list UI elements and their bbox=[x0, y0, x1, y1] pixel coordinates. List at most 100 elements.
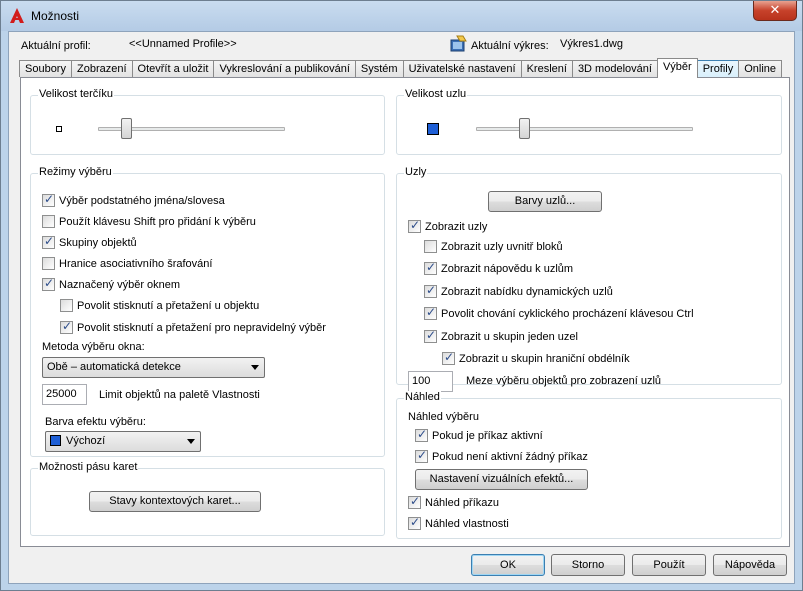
grip-slider-track[interactable] bbox=[476, 127, 693, 131]
pickbox-size-title: Velikost terčíku bbox=[38, 88, 114, 100]
checkbox-box[interactable] bbox=[415, 427, 428, 442]
checkbox-label: Pokud je příkaz aktivní bbox=[432, 429, 543, 442]
checkbox-box[interactable] bbox=[42, 215, 55, 228]
checkbox-box[interactable] bbox=[42, 257, 55, 270]
checkbox-box[interactable] bbox=[424, 283, 437, 298]
tab-plot-publish[interactable]: Vykreslování a publikování bbox=[213, 60, 356, 77]
pickbox-slider-thumb[interactable] bbox=[121, 118, 133, 139]
checkbox-box[interactable] bbox=[424, 305, 437, 320]
current-drawing-label: Aktuální výkres: bbox=[471, 40, 549, 52]
help-button[interactable]: Nápověda bbox=[713, 554, 787, 576]
checkbox-box[interactable] bbox=[424, 240, 437, 253]
tab-system[interactable]: Systém bbox=[354, 60, 404, 77]
checkbox-box[interactable] bbox=[424, 260, 437, 275]
press-drag-lasso-checkbox[interactable]: Povolit stisknutí a přetažení pro neprav… bbox=[60, 319, 326, 334]
color-swatch bbox=[50, 435, 61, 446]
tab-strip: Soubory Zobrazení Otevřít a uložit Vykre… bbox=[19, 58, 783, 78]
tab-3d-modeling[interactable]: 3D modelování bbox=[571, 60, 658, 77]
options-dialog: Možnosti ✕ Aktuální profil: <<Unnamed Pr… bbox=[0, 0, 803, 591]
tab-open-save[interactable]: Otevřít a uložit bbox=[131, 60, 215, 77]
command-preview-checkbox[interactable]: Náhled příkazu bbox=[408, 494, 499, 509]
bbox-groups-checkbox[interactable]: Zobrazit u skupin hraniční obdélník bbox=[442, 350, 630, 365]
assoc-hatch-checkbox[interactable]: Hranice asociativního šrafování bbox=[42, 257, 212, 270]
selection-modes-title: Režimy výběru bbox=[38, 166, 113, 178]
title-bar[interactable]: Možnosti ✕ bbox=[1, 1, 802, 31]
autocad-logo-icon bbox=[10, 8, 24, 23]
effect-color-value: Výchozí bbox=[66, 435, 106, 447]
checkbox-label: Zobrazit uzly bbox=[425, 220, 488, 233]
ctrl-cycling-checkbox[interactable]: Povolit chování cyklického procházení kl… bbox=[424, 305, 694, 320]
visual-effects-button[interactable]: Nastavení vizuálních efektů... bbox=[415, 469, 588, 490]
tab-display[interactable]: Zobrazení bbox=[70, 60, 133, 77]
preview-group: Náhled Náhled výběru Pokud je příkaz akt… bbox=[396, 391, 782, 539]
tab-online[interactable]: Online bbox=[738, 60, 783, 77]
grips-within-blocks-checkbox[interactable]: Zobrazit uzly uvnitř bloků bbox=[424, 240, 563, 253]
grip-object-limit-input[interactable]: 100 bbox=[408, 371, 453, 392]
preview-when-none-checkbox[interactable]: Pokud není aktivní žádný příkaz bbox=[415, 448, 588, 463]
contextual-tab-states-button[interactable]: Stavy kontextových karet... bbox=[89, 491, 261, 512]
checkbox-box[interactable] bbox=[60, 299, 73, 312]
checkbox-label: Výběr podstatného jména/slovesa bbox=[59, 194, 225, 207]
selection-tab-pane: Velikost terčíku Velikost uzlu Režimy vý… bbox=[20, 77, 790, 547]
checkbox-box[interactable] bbox=[408, 494, 421, 509]
window-method-dropdown[interactable]: Obě – automatická detekce bbox=[42, 357, 265, 378]
checkbox-box[interactable] bbox=[408, 218, 421, 233]
close-button[interactable]: ✕ bbox=[753, 1, 797, 21]
tab-profiles[interactable]: Profily bbox=[696, 60, 740, 77]
grip-colors-button[interactable]: Barvy uzlů... bbox=[488, 191, 602, 212]
effect-color-dropdown[interactable]: Výchozí bbox=[45, 431, 201, 452]
checkbox-box[interactable] bbox=[424, 328, 437, 343]
apply-button[interactable]: Použít bbox=[632, 554, 706, 576]
chevron-down-icon bbox=[251, 365, 259, 370]
selection-modes-group: Režimy výběru Výběr podstatného jména/sl… bbox=[30, 166, 385, 457]
close-icon: ✕ bbox=[769, 2, 781, 17]
property-preview-checkbox[interactable]: Náhled vlastnosti bbox=[408, 515, 509, 530]
current-profile-label: Aktuální profil: bbox=[21, 40, 91, 52]
checkbox-box[interactable] bbox=[42, 192, 55, 207]
pickbox-size-group: Velikost terčíku bbox=[30, 88, 385, 155]
ribbon-options-title: Možnosti pásu karet bbox=[38, 461, 139, 473]
dynamic-grip-menu-checkbox[interactable]: Zobrazit nabídku dynamických uzlů bbox=[424, 283, 613, 298]
checkbox-label: Náhled vlastnosti bbox=[425, 517, 509, 530]
selection-preview-label: Náhled výběru bbox=[408, 411, 479, 423]
tab-selection[interactable]: Výběr bbox=[656, 58, 698, 78]
tab-files[interactable]: Soubory bbox=[19, 60, 72, 77]
checkbox-label: Hranice asociativního šrafování bbox=[59, 257, 213, 270]
window-title: Možnosti bbox=[31, 9, 80, 23]
tab-user-preferences[interactable]: Uživatelské nastavení bbox=[402, 60, 522, 77]
noun-verb-checkbox[interactable]: Výběr podstatného jména/slovesa bbox=[42, 192, 225, 207]
object-limit-input[interactable]: 25000 bbox=[42, 384, 87, 405]
checkbox-label: Zobrazit nápovědu k uzlům bbox=[441, 262, 574, 275]
grip-tips-checkbox[interactable]: Zobrazit nápovědu k uzlům bbox=[424, 260, 574, 275]
checkbox-label: Pokud není aktivní žádný příkaz bbox=[432, 450, 588, 463]
checkbox-box[interactable] bbox=[42, 234, 55, 249]
checkbox-label: Povolit stisknutí a přetažení pro neprav… bbox=[77, 321, 326, 334]
implied-window-checkbox[interactable]: Naznačený výběr oknem bbox=[42, 276, 180, 291]
checkbox-box[interactable] bbox=[60, 319, 73, 334]
current-drawing-value: Výkres1.dwg bbox=[560, 38, 623, 50]
checkbox-label: Skupiny objektů bbox=[59, 236, 137, 249]
checkbox-box[interactable] bbox=[415, 448, 428, 463]
window-method-value: Obě – automatická detekce bbox=[47, 361, 181, 373]
checkbox-label: Zobrazit uzly uvnitř bloků bbox=[441, 240, 563, 253]
checkbox-label: Zobrazit u skupin jeden uzel bbox=[441, 330, 578, 343]
show-grips-checkbox[interactable]: Zobrazit uzly bbox=[408, 218, 488, 233]
press-drag-object-checkbox[interactable]: Povolit stisknutí a přetažení u objektu bbox=[60, 299, 259, 312]
preview-when-active-checkbox[interactable]: Pokud je příkaz aktivní bbox=[415, 427, 543, 442]
checkbox-box[interactable] bbox=[408, 515, 421, 530]
checkbox-label: Použít klávesu Shift pro přidání k výběr… bbox=[59, 215, 256, 228]
single-grip-groups-checkbox[interactable]: Zobrazit u skupin jeden uzel bbox=[424, 328, 578, 343]
grip-slider-thumb[interactable] bbox=[518, 118, 530, 139]
shift-add-checkbox[interactable]: Použít klávesu Shift pro přidání k výběr… bbox=[42, 215, 256, 228]
checkbox-box[interactable] bbox=[42, 276, 55, 291]
checkbox-label: Povolit chování cyklického procházení kl… bbox=[441, 307, 694, 320]
ok-button[interactable]: OK bbox=[471, 554, 545, 576]
object-groups-checkbox[interactable]: Skupiny objektů bbox=[42, 234, 137, 249]
grip-object-limit-label: Meze výběru objektů pro zobrazení uzlů bbox=[466, 375, 662, 387]
cancel-button[interactable]: Storno bbox=[551, 554, 625, 576]
dialog-client-area: Aktuální profil: <<Unnamed Profile>> Akt… bbox=[8, 31, 795, 584]
checkbox-box[interactable] bbox=[442, 350, 455, 365]
tab-drafting[interactable]: Kreslení bbox=[520, 60, 573, 77]
drawing-icon bbox=[450, 35, 467, 52]
checkbox-label: Povolit stisknutí a přetažení u objektu bbox=[77, 299, 260, 312]
